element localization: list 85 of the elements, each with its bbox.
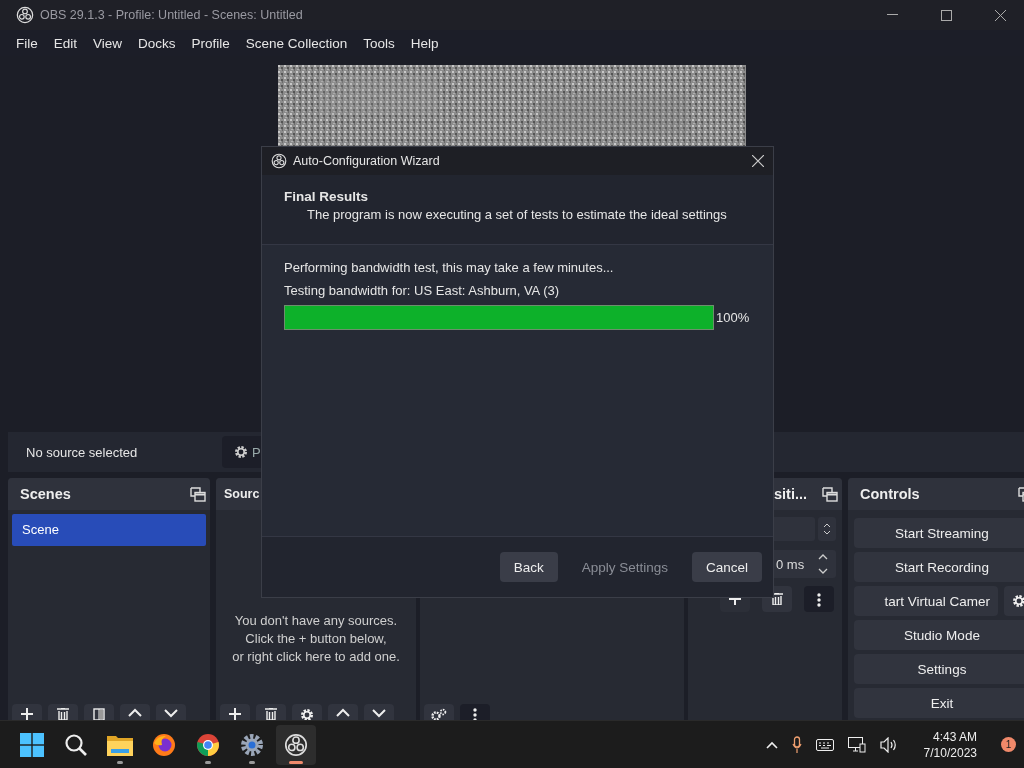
control-button[interactable]: Settings	[854, 654, 1024, 684]
dock-title: Scenes	[20, 486, 71, 502]
keyboard-icon[interactable]	[815, 738, 834, 751]
chevron-up-icon	[128, 708, 142, 718]
close-icon	[994, 9, 1006, 21]
trash-icon	[264, 708, 278, 720]
window-title: OBS 29.1.3 - Profile: Untitled - Scenes: Untitled	[40, 8, 303, 22]
toolbar-button[interactable]	[84, 704, 114, 720]
minimize-icon	[886, 14, 898, 16]
network-icon[interactable]	[847, 736, 866, 753]
toolbar-button[interactable]	[424, 704, 454, 720]
dock-title: siti...	[774, 486, 808, 502]
settings-icon	[1012, 594, 1024, 608]
app-logo	[284, 732, 308, 757]
page-heading: Final Results	[284, 189, 370, 204]
chevron-up-icon[interactable]	[765, 740, 778, 749]
menu-item[interactable]: Docks	[130, 35, 184, 51]
dialog-button[interactable]: Cancel	[691, 552, 762, 582]
toolbar-button[interactable]	[220, 704, 250, 720]
chevron-down-icon	[372, 708, 386, 718]
toolbar-button[interactable]	[804, 586, 834, 612]
toolbar-button[interactable]	[120, 704, 150, 720]
trash-icon	[770, 593, 784, 605]
control-button[interactable]: Studio Mode	[854, 620, 1024, 650]
control-button[interactable]: tart Virtual Camer	[854, 586, 998, 616]
speaker-icon[interactable]	[879, 736, 898, 753]
dialog-title: Auto-Configuration Wizard	[293, 154, 440, 168]
app-logo	[271, 153, 287, 169]
settings-icon	[300, 708, 314, 720]
undock-icon	[190, 486, 206, 502]
menu-item[interactable]: Tools	[355, 35, 403, 51]
microphone-icon[interactable]	[791, 735, 802, 754]
toolbar-button[interactable]	[156, 704, 186, 720]
toolbar-button[interactable]	[292, 704, 322, 720]
toolbar-button[interactable]	[256, 704, 286, 720]
dialog-button[interactable]: Back	[499, 552, 558, 582]
toolbar-button[interactable]	[460, 704, 490, 720]
toolbar-button[interactable]	[48, 704, 78, 720]
trash-icon	[56, 708, 70, 720]
more-icon	[817, 593, 821, 607]
plus-icon	[20, 708, 34, 720]
search-icon	[64, 732, 88, 757]
progress-reading: 100%	[716, 310, 750, 325]
dock-title: Controls	[860, 486, 920, 502]
menu-item[interactable]: Edit	[45, 35, 86, 51]
chevron-down-icon	[164, 708, 178, 718]
undock-icon	[822, 486, 838, 502]
clock[interactable]: 4:43 AM 7/10/2023	[923, 728, 977, 761]
source-status: No source selected	[26, 444, 139, 460]
taskbar-button[interactable]	[276, 724, 316, 765]
folder-icon	[107, 733, 133, 756]
dock-title: Sourc	[224, 487, 260, 501]
menu-item[interactable]: View	[85, 35, 131, 51]
gear-icon	[240, 732, 264, 757]
control-button[interactable]: Start Recording	[854, 552, 1024, 582]
toolbar-button[interactable]	[12, 704, 42, 720]
up-down-icon	[823, 522, 831, 536]
notification-badge[interactable]: 1	[1001, 737, 1016, 752]
menu-item[interactable]: Help	[402, 35, 447, 51]
app-logo	[16, 6, 34, 24]
control-button[interactable]: Start Streaming	[854, 518, 1024, 548]
status-text: Performing bandwidth test, this may take a few minutes...	[284, 260, 615, 275]
more-icon	[473, 708, 477, 720]
page-subtitle: The program is now executing a set of tests to estimate the ideal settings	[306, 207, 728, 222]
server-text: Testing bandwidth for: US East: Ashburn, VA (3)	[284, 283, 561, 298]
toolbar-button[interactable]	[328, 704, 358, 720]
toolbar-button[interactable]	[364, 704, 394, 720]
windows-logo-icon	[20, 732, 44, 757]
close-icon	[752, 155, 764, 167]
empty-message: You don't have any sources. Click the + button below, or right click here to add one.	[232, 612, 400, 666]
filter-icon	[93, 708, 105, 720]
browser-icon	[196, 732, 220, 757]
control-button[interactable]: Exit	[854, 688, 1024, 718]
up-down-icon	[818, 553, 828, 575]
menu-item[interactable]: Scene Collection	[237, 35, 356, 51]
scene-item[interactable]: Scene	[12, 514, 206, 546]
plus-icon	[228, 708, 242, 720]
gears-icon	[430, 708, 448, 720]
chevron-up-icon	[336, 708, 350, 718]
spin-button[interactable]	[818, 517, 836, 541]
browser-icon	[152, 732, 176, 757]
menu-item[interactable]: File	[8, 35, 46, 51]
menu-item[interactable]: Profile	[183, 35, 238, 51]
maximize-icon	[940, 9, 952, 21]
settings-icon	[234, 445, 248, 459]
